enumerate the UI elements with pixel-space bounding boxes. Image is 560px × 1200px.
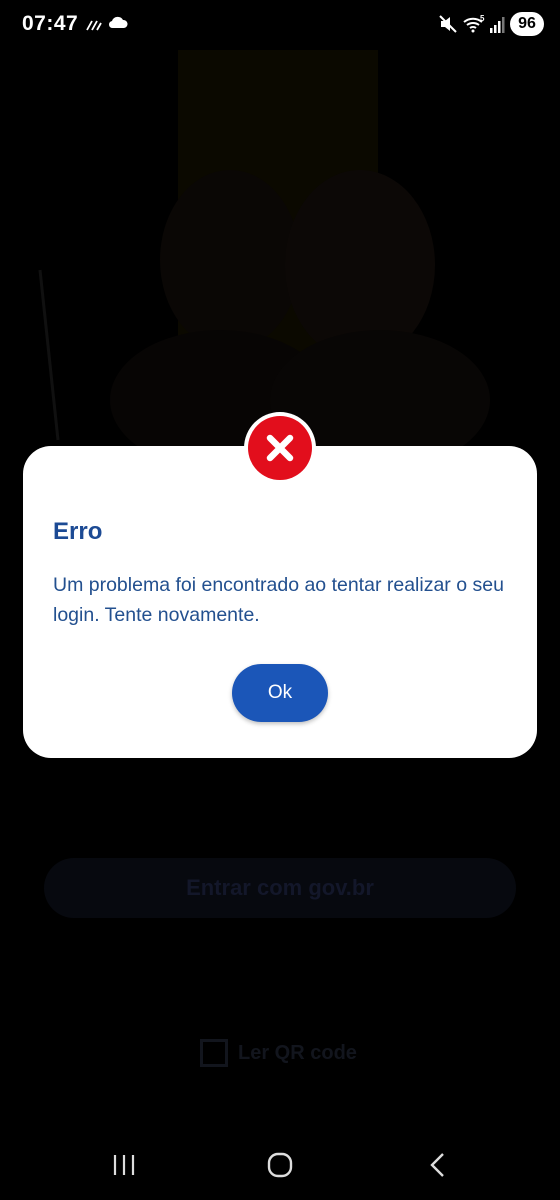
back-icon[interactable] [398,1130,478,1200]
qr-code-icon [200,1039,228,1067]
error-x-icon [244,412,316,484]
login-govbr-button: Entrar com gov.br [44,858,516,918]
dialog-message: Um problema foi encontrado ao tentar rea… [53,574,504,626]
error-dialog: Erro Um problema foi encontrado ao tenta… [23,446,537,758]
ok-button[interactable]: Ok [232,664,328,722]
system-nav-bar [0,1130,560,1200]
dialog-title: Erro [53,518,103,545]
recent-apps-icon[interactable] [84,1130,164,1200]
read-qr-code-link: Ler QR code [200,1036,357,1070]
ok-button-label: Ok [267,682,293,703]
background-photo [38,170,490,460]
login-govbr-label: Entrar com gov.br [186,875,374,900]
home-icon[interactable] [240,1130,320,1200]
read-qr-code-label: Ler QR code [238,1041,357,1064]
background-hint-text [100,928,460,948]
